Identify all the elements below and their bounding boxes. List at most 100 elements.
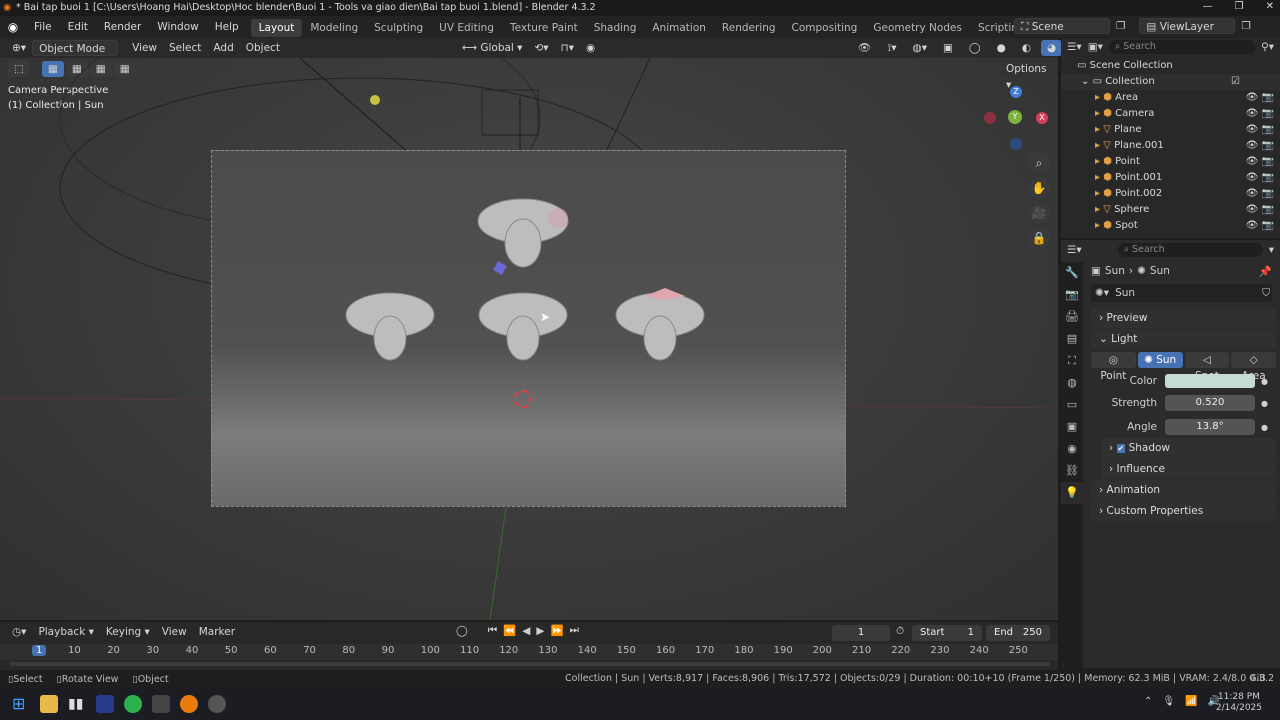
outliner-item[interactable]: ▸ ▽ Plane 👁 📷 (1061, 122, 1280, 138)
properties-search-input[interactable]: ⌕ Search (1117, 243, 1263, 257)
pivot-icon[interactable]: ⟲▾ (528, 40, 554, 56)
camera-view-icon[interactable]: 🎥 (1028, 202, 1050, 224)
outliner-item[interactable]: ▸ ⬢ Camera 👁 📷 (1061, 106, 1280, 122)
jump-keyframe-back-icon[interactable]: ⏪ (503, 624, 516, 637)
outliner-search-input[interactable]: ⌕ Search (1108, 40, 1256, 54)
include-checkbox-icon[interactable]: ☑ (1231, 74, 1240, 90)
tab-texture-paint[interactable]: Texture Paint (502, 19, 586, 37)
current-frame-field[interactable]: 1 (832, 625, 890, 641)
marker-menu[interactable]: Marker (193, 624, 241, 640)
end-frame-field[interactable]: End 250 (986, 625, 1050, 641)
file-explorer-icon[interactable] (40, 695, 58, 713)
timeline-editor-icon[interactable]: ◷▾ (6, 624, 32, 640)
tab-geometry-nodes[interactable]: Geometry Nodes (865, 19, 970, 37)
minimize-icon[interactable]: — (1203, 1, 1213, 12)
mode-dropdown[interactable]: Object Mode ▾ (32, 40, 119, 71)
visibility-toggle-icon[interactable]: 👁 📷 (1246, 186, 1274, 202)
play-icon[interactable]: ▶ (536, 625, 544, 637)
axis-x-icon[interactable]: X (1036, 112, 1048, 124)
object-menu[interactable]: Object (240, 40, 286, 56)
menu-edit[interactable]: Edit (60, 16, 96, 38)
vscode-icon[interactable] (96, 695, 114, 713)
visibility-toggle-icon[interactable]: 👁 📷 (1246, 202, 1274, 218)
fake-user-icon[interactable]: ⛉ (1262, 287, 1270, 300)
shadow-checkbox[interactable]: ✔ (1116, 444, 1126, 453)
current-frame-marker[interactable]: 1 (32, 645, 47, 656)
outliner-item[interactable]: ▸ ⬢ Area 👁 📷 (1061, 90, 1280, 106)
axis-y-icon[interactable]: Y (1008, 110, 1022, 124)
frame-ruler[interactable]: 1 10 20 30 40 50 60 70 80 90 100 110 120 130 140 150 160… (0, 644, 1058, 660)
gizmo-icon[interactable]: ⟟▾ (881, 40, 902, 56)
app-icon[interactable] (152, 695, 170, 713)
editor-type-icon[interactable]: ⊕▾ (6, 40, 32, 56)
wireframe-shading-icon[interactable]: ◯ (963, 40, 987, 56)
outliner-editor-icon[interactable]: ☰▾ (1067, 41, 1082, 53)
visibility-toggle-icon[interactable]: 👁 📷 (1246, 138, 1274, 154)
visibility-toggle-icon[interactable]: 👁 📷 (1246, 170, 1274, 186)
keyframe-dot-icon[interactable]: ● (1261, 377, 1268, 386)
light-type-spot[interactable]: ◁ Spot (1184, 352, 1230, 382)
visibility-toggle-icon[interactable]: 👁 📷 (1246, 154, 1274, 170)
outliner-item[interactable]: ▸ ⬢ Point.002 👁 📷 (1061, 186, 1280, 202)
playback-menu[interactable]: Playback ▾ (32, 624, 99, 640)
tab-sculpting[interactable]: Sculpting (366, 19, 431, 37)
visibility-toggle-icon[interactable]: 👁 📷 (1246, 122, 1274, 138)
outliner-item[interactable]: ▸ ▽ Plane.001 👁 📷 (1061, 138, 1280, 154)
axis-z-icon[interactable]: Z (1010, 86, 1022, 98)
animation-panel-header[interactable]: › Animation (1091, 480, 1276, 500)
wifi-icon[interactable]: 📶 (1185, 696, 1197, 707)
custom-properties-panel-header[interactable]: › Custom Properties (1091, 501, 1276, 521)
collection-tab-icon[interactable]: ▭ (1061, 394, 1083, 416)
menu-render[interactable]: Render (96, 16, 149, 38)
jump-end-icon[interactable]: ⏭ (570, 624, 579, 637)
keyframe-dot-icon[interactable]: ● (1261, 423, 1268, 432)
view-layer-field[interactable]: ▤ ViewLayer (1139, 18, 1236, 34)
tab-modeling[interactable]: Modeling (302, 19, 366, 37)
windows-start-icon[interactable]: ⊞ (12, 695, 30, 713)
maximize-icon[interactable]: ❐ (1235, 1, 1244, 12)
timeline-scrollbar[interactable] (10, 662, 1050, 666)
view-menu[interactable]: View (126, 40, 163, 56)
light-type-point[interactable]: ◎ Point (1091, 352, 1136, 382)
render-tab-icon[interactable]: 📷 (1061, 284, 1083, 306)
rendered-shading-icon[interactable]: ◕ (1041, 40, 1063, 56)
transform-orientation-dropdown[interactable]: ⟷ Global ▾ (456, 40, 529, 56)
tab-shading[interactable]: Shading (586, 19, 645, 37)
scene-field[interactable]: ⛶ Scene (1014, 18, 1110, 34)
constraints-tab-icon[interactable]: ⛓ (1061, 460, 1083, 482)
start-frame-field[interactable]: Start 1 (912, 625, 982, 641)
navigation-gizmo[interactable]: Z X Y (984, 86, 1048, 150)
object-tab-icon[interactable]: ▣ (1061, 416, 1083, 438)
visibility-icon[interactable]: 👁▾ (852, 40, 877, 70)
blender-taskbar-icon[interactable] (180, 695, 198, 713)
angle-field[interactable]: 13.8° (1165, 419, 1255, 435)
tab-animation[interactable]: Animation (644, 19, 714, 37)
axis-neg-z-icon[interactable] (1010, 138, 1022, 150)
preview-panel-header[interactable]: › Preview (1091, 308, 1276, 328)
collection-row[interactable]: ⌄ ▭ Collection ☑ (1061, 74, 1280, 90)
shadow-panel-header[interactable]: › ✔ Shadow (1101, 438, 1276, 458)
jump-start-icon[interactable]: ⏮ (488, 624, 497, 637)
panel-options-icon[interactable]: ▾ (1269, 244, 1274, 256)
audio-app-icon[interactable]: ▮▮ (68, 695, 86, 713)
select-menu[interactable]: Select (163, 40, 207, 56)
pin-icon[interactable]: 📌 (1259, 265, 1272, 278)
clock[interactable]: 11:28 PM 2/14/2025 (1216, 692, 1262, 714)
light-point-icon[interactable] (370, 95, 380, 105)
pan-hand-icon[interactable]: ✋ (1028, 177, 1050, 199)
light-type-area[interactable]: ◇ Area (1231, 352, 1276, 382)
blender-menu-icon[interactable]: ◉ (0, 20, 26, 34)
jump-keyframe-forward-icon[interactable]: ⏩ (550, 624, 563, 637)
outliner-item[interactable]: ▸ ▽ Sphere 👁 📷 (1061, 202, 1280, 218)
axis-neg-x-icon[interactable] (984, 112, 996, 124)
light-type-sun[interactable]: ✺ Sun (1137, 352, 1183, 368)
recorder-icon[interactable] (208, 695, 226, 713)
material-shading-icon[interactable]: ◐ (1016, 40, 1037, 56)
solid-shading-icon[interactable]: ● (991, 40, 1012, 56)
play-reverse-icon[interactable]: ◀ (522, 625, 530, 637)
tray-chevron-icon[interactable]: ⌃ (1144, 696, 1152, 707)
influence-panel-header[interactable]: › Influence (1101, 459, 1276, 479)
outliner-item[interactable]: ▸ ⬢ Point.001 👁 📷 (1061, 170, 1280, 186)
display-mode-icon[interactable]: ▣▾ (1088, 41, 1103, 53)
menu-help[interactable]: Help (207, 16, 247, 38)
